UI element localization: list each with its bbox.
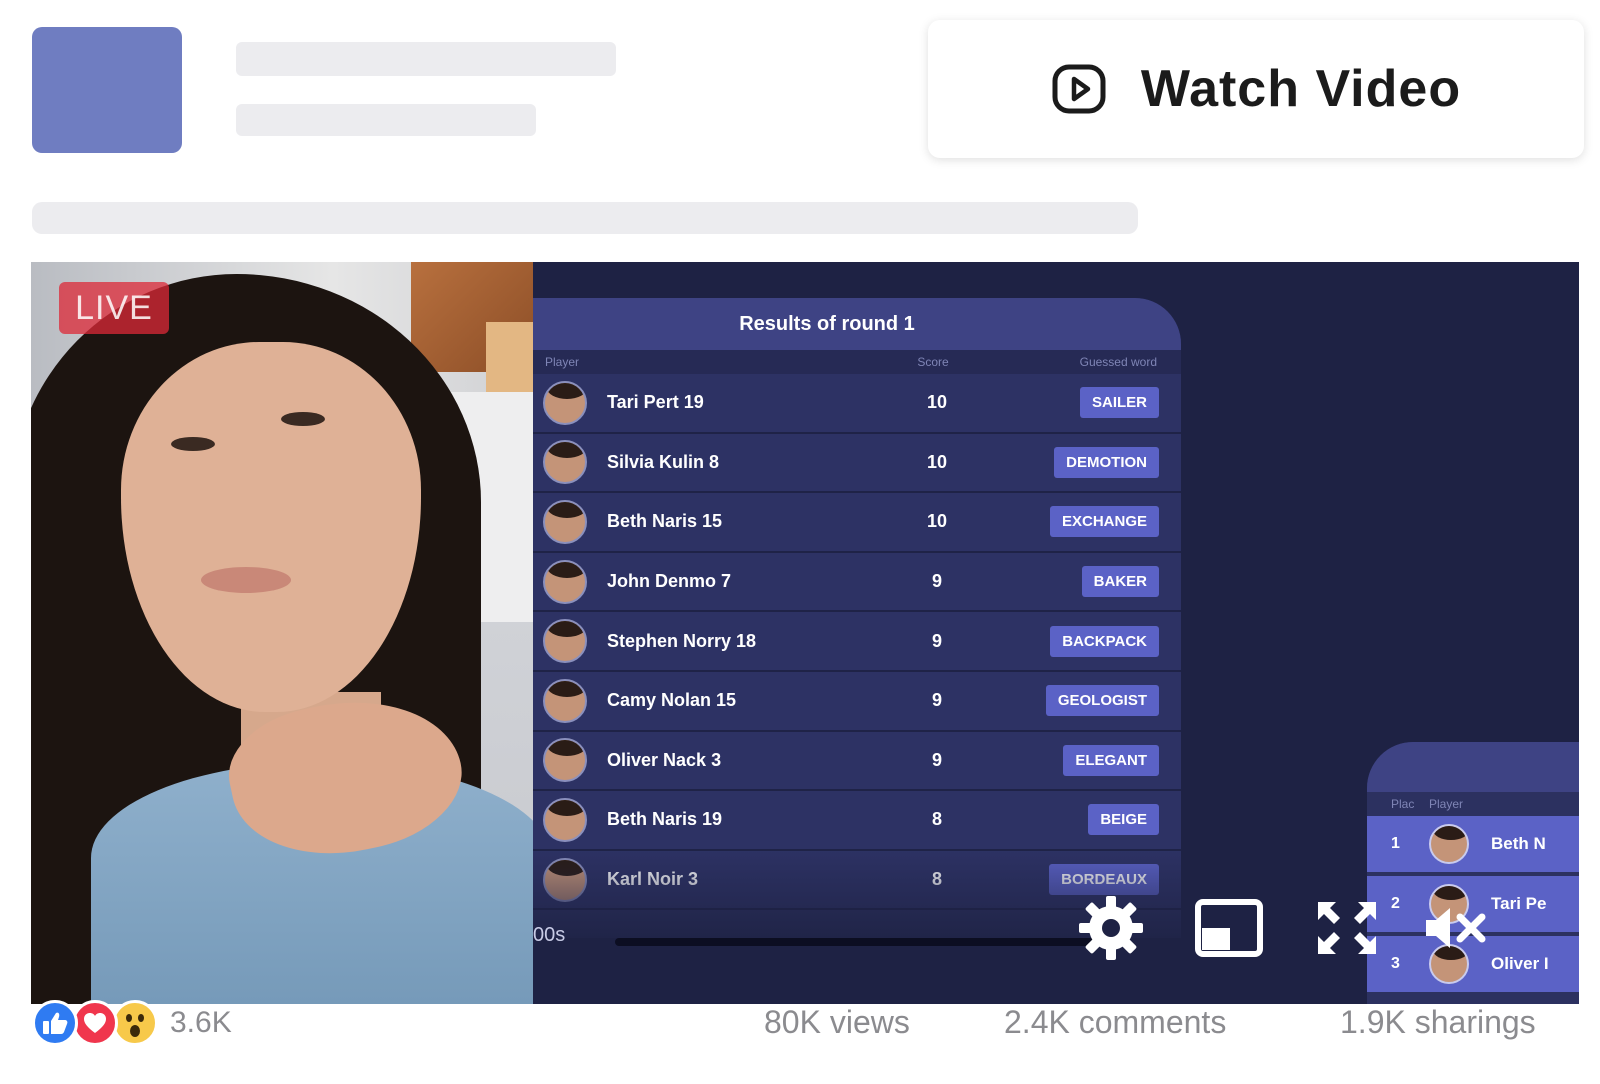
views-count: 80K views [764,1004,910,1040]
player-controls: 00s [533,896,1579,1004]
caption-placeholder [32,202,1138,234]
player-score: 9 [931,749,942,770]
watch-video-button[interactable]: Watch Video [928,20,1584,158]
live-badge: LIVE [59,282,169,334]
standings-title-bar [1367,742,1579,792]
player-avatar [543,499,587,544]
reactions-summary[interactable]: 3.6K [32,1000,232,1046]
player-avatar [543,440,587,485]
result-row: Beth Naris 19 8 BEIGE [533,791,1181,851]
player-score: 10 [926,451,948,472]
video-player[interactable]: LIVE Results of round 1 Player Score Gue… [31,262,1579,1004]
guessed-word-badge: EXCHANGE [1049,506,1159,538]
col-score: Score [917,355,949,369]
player-name: Tari Pert 19 [607,392,704,413]
guessed-word-badge: BACKPACK [1050,625,1159,657]
player-avatar [543,738,587,783]
guessed-word-badge: ELEGANT [1063,744,1159,776]
standing-player-name: Beth N [1491,834,1546,853]
result-row: Silvia Kulin 8 10 DEMOTION [533,433,1181,494]
player-name: Stephen Norry 18 [607,630,757,651]
fullscreen-icon [1316,900,1378,956]
subtitle-placeholder [236,104,536,136]
settings-button[interactable] [1073,890,1149,966]
result-row: Camy Nolan 15 9 GEOLOGIST [533,671,1181,732]
results-header: Player Score Guessed word [533,350,1181,374]
player-score: 8 [931,809,942,830]
results-title: Results of round 1 [533,298,1181,350]
player-avatar [543,559,587,604]
page-avatar-placeholder [32,27,182,153]
col-player: Player [1429,797,1464,811]
love-reaction-icon [72,1000,118,1046]
result-row: Tari Pert 19 10 SAILER [533,374,1181,434]
player-score: 9 [931,690,942,711]
player-avatar [1429,824,1469,864]
webcam-feed: LIVE [31,262,533,1004]
reaction-count: 3.6K [170,1006,232,1039]
player-name: Beth Naris 19 [607,809,723,830]
standings-header: Plac Player [1367,792,1579,816]
gear-icon [1075,892,1147,964]
standing-place: 1 [1391,835,1400,852]
result-row: John Denmo 7 9 BAKER [533,552,1181,613]
wow-reaction-icon [112,1000,158,1046]
col-guessed-word: Guessed word [1079,355,1157,369]
player-score: 10 [926,392,948,413]
picture-in-picture-icon [1194,898,1264,958]
player-name: Camy Nolan 15 [607,690,737,711]
title-placeholder [236,42,616,76]
player-avatar [543,797,587,842]
player-name: Silvia Kulin 8 [607,451,720,472]
guessed-word-badge: BAKER [1081,566,1159,598]
player-score: 9 [931,630,942,651]
mute-button[interactable] [1419,890,1495,966]
round-results-panel: Results of round 1 Player Score Guessed … [533,298,1181,938]
progress-bar[interactable] [615,938,1115,946]
guessed-word-badge: SAILER [1079,387,1159,419]
mute-icon [1422,903,1492,953]
col-player: Player [545,355,580,369]
player-score: 9 [931,571,942,592]
player-avatar [543,380,587,425]
fullscreen-button[interactable] [1309,890,1385,966]
player-name: John Denmo 7 [607,571,732,592]
watch-video-label: Watch Video [1140,60,1462,118]
guessed-word-badge: DEMOTION [1054,446,1159,478]
guessed-word-badge: BEIGE [1088,804,1159,836]
player-name: Beth Naris 15 [607,511,723,532]
player-avatar [543,678,587,723]
picture-in-picture-button[interactable] [1191,890,1267,966]
play-circle-icon [1051,61,1107,117]
comments-count[interactable]: 2.4K comments [1004,1004,1226,1041]
guessed-word-badge: GEOLOGIST [1045,685,1159,717]
result-row: Oliver Nack 3 9 ELEGANT [533,731,1181,792]
player-avatar [543,619,587,664]
player-name: Oliver Nack 3 [607,749,722,770]
result-row: Stephen Norry 18 9 BACKPACK [533,612,1181,672]
player-score: 10 [926,511,948,532]
timecode: 00s [533,924,566,946]
col-place: Plac [1391,797,1415,811]
like-reaction-icon [32,1000,78,1046]
result-row: Beth Naris 15 10 EXCHANGE [533,493,1181,553]
shares-count[interactable]: 1.9K sharings [1340,1004,1536,1041]
standing-row: 1 Beth N [1367,816,1579,872]
